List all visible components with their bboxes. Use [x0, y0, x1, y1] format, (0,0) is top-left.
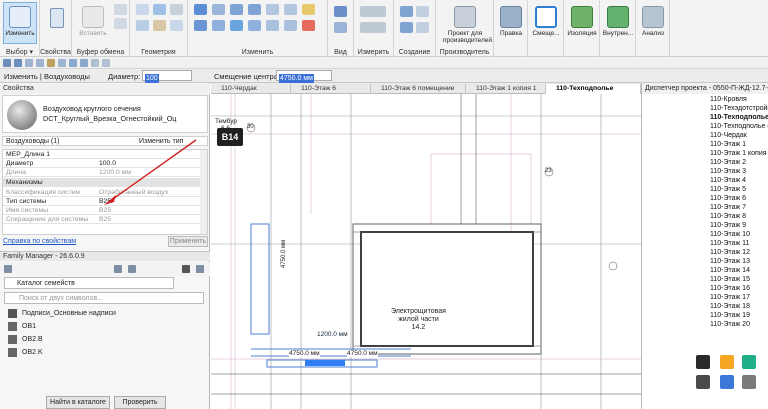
browser-item[interactable]: 110-Этаж 18	[710, 302, 750, 311]
browser-item[interactable]: 110-Этаж 2	[710, 158, 746, 167]
browser-item-active[interactable]: 110-Техподполье	[710, 113, 768, 122]
browser-item[interactable]: 110-Этаж 9	[710, 221, 746, 230]
browser-item[interactable]: 110-Этаж 7	[710, 203, 746, 212]
browser-item[interactable]: 110-Этаж 19	[710, 311, 750, 320]
browser-item[interactable]: 110-Этаж 6	[710, 194, 746, 203]
app-icon[interactable]	[696, 375, 710, 389]
project-browser-title: Диспетчер проекта - 0550-П-ЖД-12.7-	[642, 83, 768, 94]
app-icon[interactable]	[742, 375, 756, 389]
browser-item[interactable]: 110-Этаж 5	[710, 185, 746, 194]
browser-item[interactable]: 110-Этаж 20	[710, 320, 750, 329]
project-browser: Диспетчер проекта - 0550-П-ЖД-12.7- 110-…	[641, 83, 768, 409]
browser-item[interactable]: 110-Этаж 15	[710, 275, 750, 284]
browser-item[interactable]: 110-Этаж 1 копия 1	[710, 149, 768, 158]
browser-item[interactable]: 110-Этаж 17	[710, 293, 750, 302]
browser-item[interactable]: 110-Этаж 10	[710, 230, 750, 239]
browser-item[interactable]: 110-Этаж 4	[710, 176, 746, 185]
browser-item[interactable]: 110-Этаж 11	[710, 239, 749, 248]
browser-item[interactable]: 110-Этаж 1	[710, 140, 746, 149]
browser-item[interactable]: 110-Кровля	[710, 95, 747, 104]
app-icon[interactable]	[742, 355, 756, 369]
app-icon[interactable]	[720, 375, 734, 389]
app-icon[interactable]	[696, 355, 710, 369]
browser-item[interactable]: 110-Этаж 12	[710, 248, 750, 257]
app-icon[interactable]	[720, 355, 734, 369]
browser-item[interactable]: 110-Техподполье с	[710, 122, 768, 131]
browser-item[interactable]: 110-Этаж 14	[710, 266, 750, 275]
browser-item[interactable]: 110-Этаж 16	[710, 284, 750, 293]
browser-item[interactable]: 110-Техэдотстройка	[710, 104, 768, 113]
browser-item[interactable]: 110-Этаж 8	[710, 212, 746, 221]
browser-item[interactable]: 110-Чердак	[710, 131, 747, 140]
browser-item[interactable]: 110-Этаж 3	[710, 167, 746, 176]
browser-item[interactable]: 110-Этаж 13	[710, 257, 750, 266]
